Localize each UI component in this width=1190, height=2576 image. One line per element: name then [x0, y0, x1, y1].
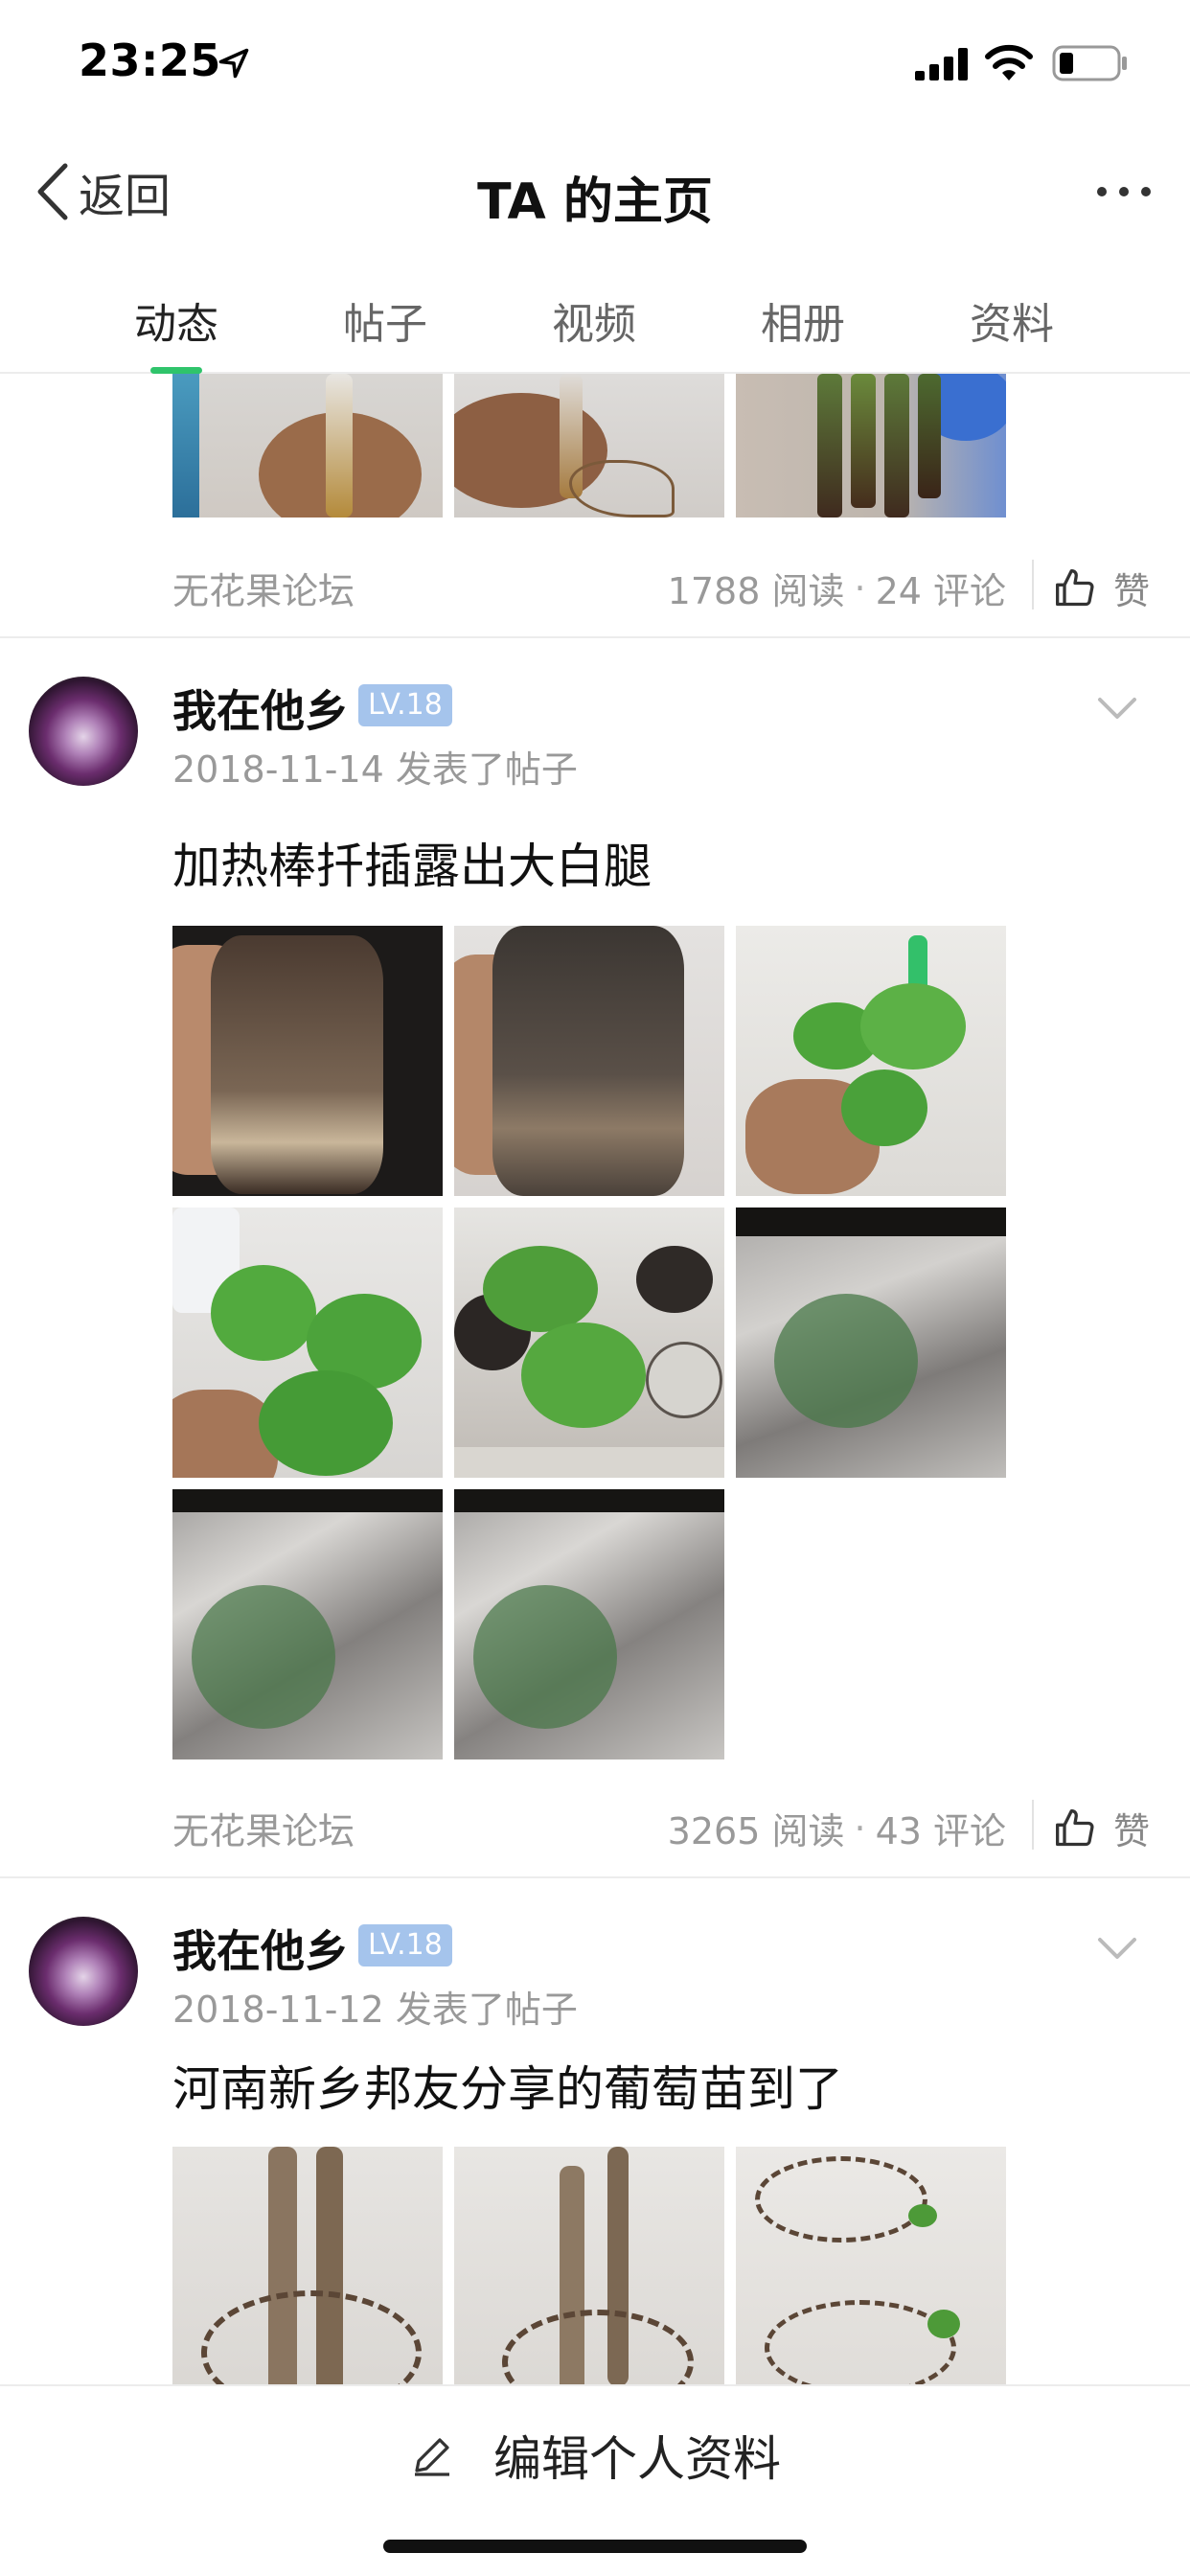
post-photo[interactable]	[454, 374, 724, 518]
comment-count: 43 评论	[875, 1810, 1006, 1852]
tab-feed[interactable]: 动态	[72, 268, 281, 374]
tab-albums[interactable]: 相册	[698, 268, 907, 372]
cellular-signal-icon	[915, 48, 968, 80]
edit-profile-label: 编辑个人资料	[493, 2431, 781, 2487]
post-photo[interactable]	[454, 926, 724, 1196]
avatar[interactable]	[29, 677, 138, 786]
post-photo[interactable]	[454, 1489, 724, 1760]
stat-separator: ·	[854, 1806, 866, 1850]
post-photo[interactable]	[172, 1208, 443, 1478]
status-time: 23:25	[79, 34, 221, 86]
read-count: 3265 阅读	[667, 1810, 845, 1852]
post-photo[interactable]	[454, 1208, 724, 1478]
like-label: 赞	[1113, 570, 1151, 612]
forum-name[interactable]: 无花果论坛	[172, 1802, 355, 1854]
read-count: 1788 阅读	[667, 570, 845, 612]
nav-bar: 返回 TA 的主页	[0, 144, 1190, 240]
post-photo[interactable]	[172, 374, 443, 518]
post-photo[interactable]	[736, 374, 1006, 518]
post-stats: 3265 阅读 · 43 评论	[668, 1802, 1006, 1854]
divider	[1032, 560, 1034, 610]
divider	[1032, 1800, 1034, 1850]
author-name[interactable]: 我在他乡	[172, 677, 349, 740]
profile-tabs: 动态 帖子 视频 相册 资料	[0, 268, 1190, 374]
post-divider	[0, 636, 1190, 638]
page-title: TA 的主页	[477, 173, 713, 231]
post-divider	[0, 1876, 1190, 1878]
author-name[interactable]: 我在他乡	[172, 1917, 349, 1980]
level-badge: LV.18	[358, 684, 452, 726]
status-bar: 23:25	[0, 0, 1190, 125]
pencil-icon	[415, 2438, 449, 2476]
post-photo[interactable]	[736, 1208, 1006, 1478]
like-button[interactable]: 赞	[1054, 562, 1150, 614]
chevron-down-icon[interactable]	[1094, 694, 1140, 723]
post-date: 2018-11-12 发表了帖子	[172, 1989, 578, 2031]
thumbs-up-icon	[1056, 568, 1094, 606]
stat-separator: ·	[854, 566, 866, 610]
avatar[interactable]	[29, 1917, 138, 2026]
location-arrow-icon	[218, 48, 249, 79]
post-photo[interactable]	[172, 1489, 443, 1760]
post-photo[interactable]	[454, 2147, 724, 2384]
post-photo[interactable]	[736, 2147, 1006, 2384]
home-indicator[interactable]	[383, 2540, 807, 2553]
like-button[interactable]: 赞	[1054, 1802, 1150, 1854]
battery-icon	[1052, 45, 1127, 81]
post-title[interactable]: 河南新乡邦友分享的葡萄苗到了	[172, 2051, 843, 2120]
tab-posts[interactable]: 帖子	[281, 268, 490, 372]
tab-videos[interactable]: 视频	[490, 268, 698, 372]
post-photo[interactable]	[172, 2147, 443, 2384]
comment-count: 24 评论	[875, 570, 1006, 612]
post-stats: 1788 阅读 · 24 评论	[668, 562, 1006, 614]
like-label: 赞	[1113, 1810, 1151, 1852]
thumbs-up-icon	[1056, 1808, 1094, 1846]
bottom-bar: 编辑个人资料	[0, 2384, 1190, 2576]
chevron-down-icon[interactable]	[1094, 1934, 1140, 1963]
level-badge: LV.18	[358, 1924, 452, 1966]
more-dots-icon[interactable]	[1096, 180, 1152, 203]
edit-profile-button[interactable]: 编辑个人资料	[0, 2421, 1190, 2490]
feed-list: 无花果论坛 1788 阅读 · 24 评论 赞 我在他乡 LV.18 2018-…	[0, 374, 1190, 2384]
wifi-icon	[985, 44, 1033, 80]
forum-name[interactable]: 无花果论坛	[172, 562, 355, 614]
post-title[interactable]: 加热棒扦插露出大白腿	[172, 828, 652, 897]
post-date: 2018-11-14 发表了帖子	[172, 748, 578, 791]
tab-profile-info[interactable]: 资料	[907, 268, 1116, 372]
post-photo[interactable]	[736, 926, 1006, 1196]
post-photo[interactable]	[172, 926, 443, 1196]
